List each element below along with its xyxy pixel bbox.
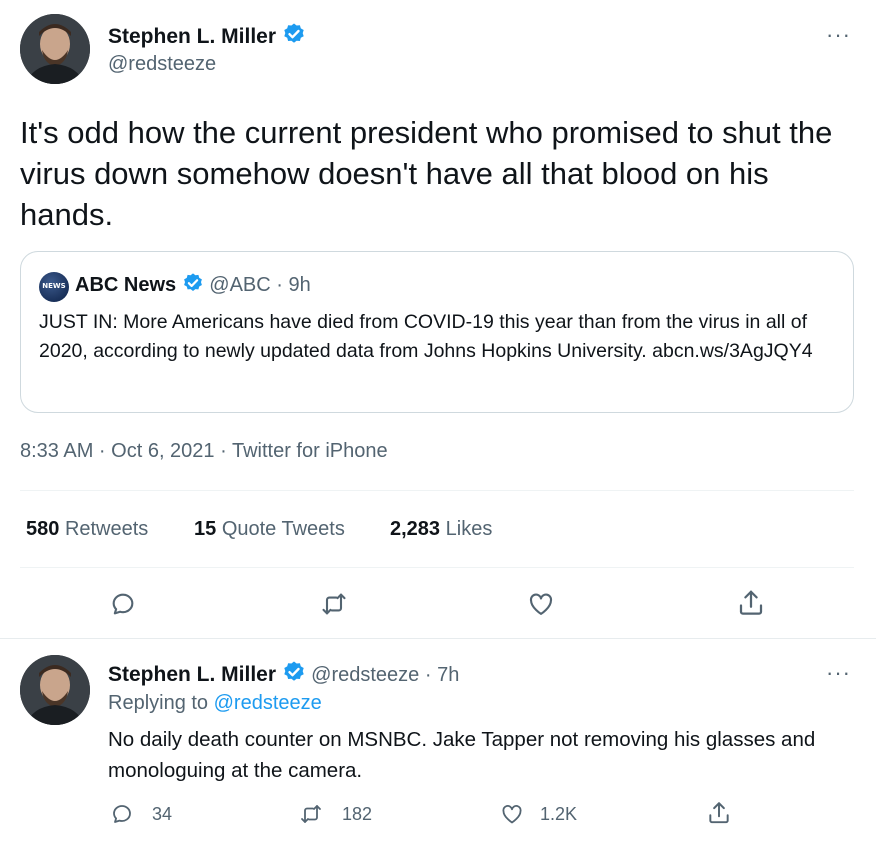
tweet-text: It's odd how the current president who p… [20, 115, 833, 232]
reply-icon[interactable] [109, 590, 137, 618]
replying-to-label: Replying to [108, 692, 209, 714]
reply-avatar[interactable] [20, 655, 90, 725]
share-icon[interactable] [706, 800, 732, 826]
quoted-handle-time: @ABC · 9h [209, 274, 311, 296]
retweet-count: 182 [342, 803, 373, 824]
share-icon[interactable] [736, 588, 766, 618]
like-icon [500, 802, 524, 826]
reply-count: 34 [152, 803, 173, 824]
reply-icon [110, 802, 134, 826]
quote-tweets-stat[interactable]: 15 Quote Tweets [194, 518, 345, 541]
verified-badge-icon [282, 660, 306, 690]
likes-count: 2,283 [390, 518, 441, 540]
retweet-icon [298, 802, 324, 826]
reply-author-name[interactable]: Stephen L. Miller [108, 663, 276, 686]
divider [20, 490, 854, 491]
replying-to-handle[interactable]: @redsteeze [214, 692, 322, 714]
like-count: 1.2K [540, 803, 578, 824]
quoted-author-name: ABC News [75, 274, 177, 296]
like-icon[interactable] [527, 590, 555, 618]
quote-tweets-label: Quote Tweets [221, 518, 345, 540]
avatar[interactable] [20, 14, 90, 84]
divider [20, 567, 854, 568]
retweet-icon[interactable] [319, 590, 349, 618]
reply-reply-action[interactable]: 34 [110, 802, 172, 826]
divider [0, 638, 876, 639]
verified-badge-icon [282, 22, 306, 52]
reply-text: No daily death counter on MSNBC. Jake Ta… [108, 728, 816, 782]
likes-label: Likes [445, 518, 493, 540]
reply-handle-time[interactable]: @redsteeze · 7h [311, 664, 459, 686]
abc-news-logo: NEWS [39, 272, 69, 302]
author-name[interactable]: Stephen L. Miller [108, 25, 276, 48]
quote-tweets-count: 15 [194, 518, 217, 540]
retweets-stat[interactable]: 580 Retweets [26, 518, 148, 541]
tweet-timestamp[interactable]: 8:33 AM · Oct 6, 2021 · Twitter for iPho… [20, 440, 388, 463]
retweets-count: 580 [26, 518, 60, 540]
quoted-tweet[interactable]: NEWS ABC News @ABC · 9h JUST IN: More Am… [20, 251, 854, 413]
verified-badge-icon [182, 272, 204, 300]
retweets-label: Retweets [64, 518, 149, 540]
more-options-icon[interactable]: ··· [826, 660, 851, 686]
reply-retweet-action[interactable]: 182 [298, 802, 372, 826]
likes-stat[interactable]: 2,283 Likes [390, 518, 492, 541]
more-options-icon[interactable]: ··· [826, 22, 851, 48]
author-handle[interactable]: @redsteeze [108, 53, 216, 76]
abc-news-logo-text: NEWS [42, 282, 66, 290]
quoted-text: JUST IN: More Americans have died from C… [39, 311, 813, 362]
reply-like-action[interactable]: 1.2K [500, 802, 577, 826]
